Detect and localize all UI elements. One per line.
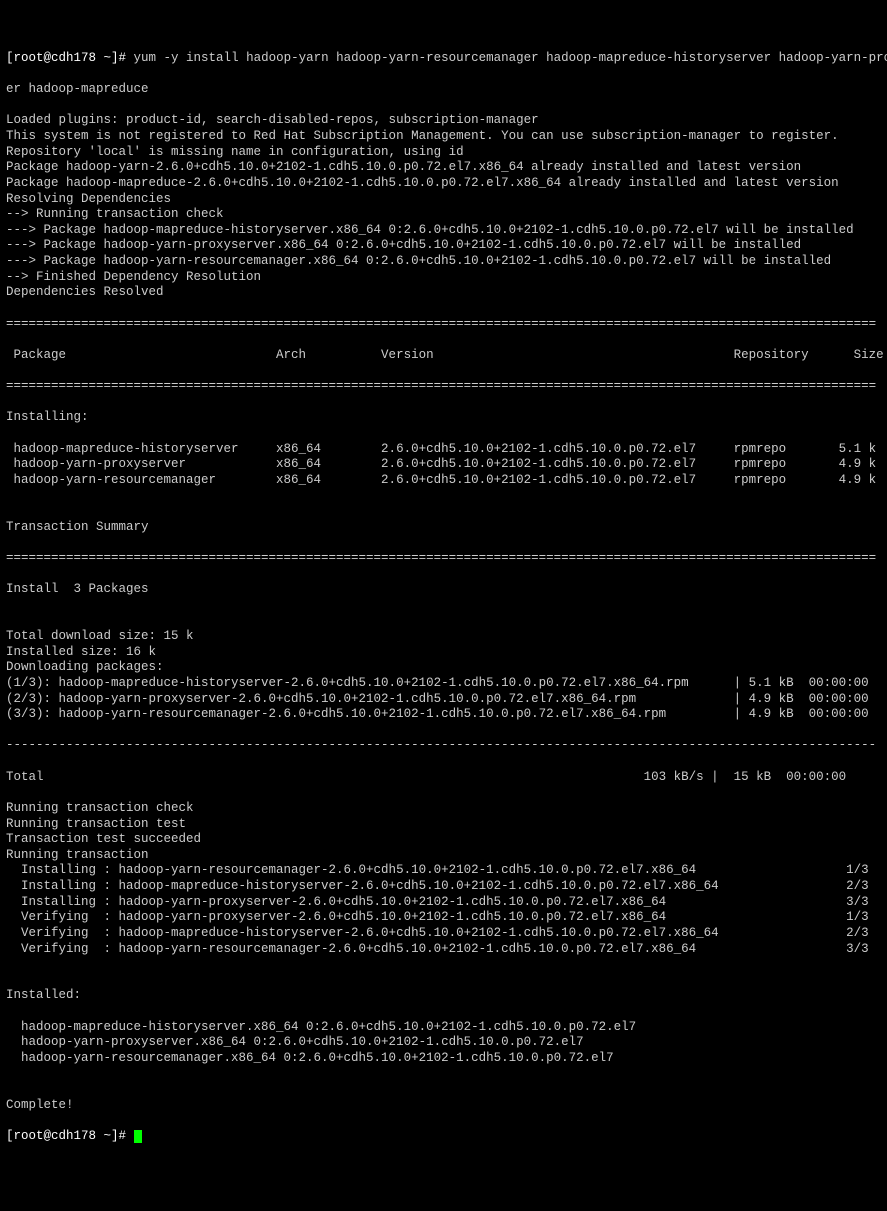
output-line: --> Running transaction check <box>6 207 881 223</box>
installed-label: Installed: <box>6 988 881 1004</box>
output-line: Repository 'local' is missing name in co… <box>6 145 881 161</box>
output-line: Verifying : hadoop-mapreduce-historyserv… <box>6 926 881 942</box>
output-line: This system is not registered to Red Hat… <box>6 129 881 145</box>
command-wrap: er hadoop-mapreduce <box>6 82 881 98</box>
installed-rows: hadoop-mapreduce-historyserver.x86_64 0:… <box>6 1020 881 1067</box>
output-line: hadoop-yarn-proxyserver.x86_64 0:2.6.0+c… <box>6 1035 881 1051</box>
output-line: Running transaction <box>6 848 881 864</box>
output-line: Package hadoop-mapreduce-2.6.0+cdh5.10.0… <box>6 176 881 192</box>
output-line: ---> Package hadoop-mapreduce-historyser… <box>6 223 881 239</box>
output-line: Dependencies Resolved <box>6 285 881 301</box>
divider-eq-top: ========================================… <box>6 317 881 333</box>
command-text: yum -y install hadoop-yarn hadoop-yarn-r… <box>134 51 887 65</box>
output-line: Running transaction check <box>6 801 881 817</box>
output-line: ---> Package hadoop-yarn-resourcemanager… <box>6 254 881 270</box>
total-line: Total 103 kB/s | 15 kB 00:00:00 <box>6 770 881 786</box>
output-pre: Loaded plugins: product-id, search-disab… <box>6 113 881 301</box>
transaction-lines: Running transaction checkRunning transac… <box>6 801 881 957</box>
output-line: hadoop-mapreduce-historyserver x86_64 2.… <box>6 442 881 458</box>
installing-label: Installing: <box>6 410 881 426</box>
complete-label: Complete! <box>6 1098 881 1114</box>
install-count: Install 3 Packages <box>6 582 881 598</box>
package-rows: hadoop-mapreduce-historyserver x86_64 2.… <box>6 442 881 489</box>
output-line: Downloading packages: <box>6 660 881 676</box>
table-header: Package Arch Version Repository Size <box>6 348 881 364</box>
output-line: Resolving Dependencies <box>6 192 881 208</box>
output-line: hadoop-yarn-proxyserver x86_64 2.6.0+cdh… <box>6 457 881 473</box>
divider-eq-summary: ========================================… <box>6 551 881 567</box>
output-line: Package hadoop-yarn-2.6.0+cdh5.10.0+2102… <box>6 160 881 176</box>
output-line: Installing : hadoop-yarn-proxyserver-2.6… <box>6 895 881 911</box>
output-line: Verifying : hadoop-yarn-proxyserver-2.6.… <box>6 910 881 926</box>
output-line: hadoop-yarn-resourcemanager x86_64 2.6.0… <box>6 473 881 489</box>
divider-eq-bottom: ========================================… <box>6 379 881 395</box>
command-line[interactable]: [root@cdh178 ~]# yum -y install hadoop-y… <box>6 51 881 67</box>
output-line: Loaded plugins: product-id, search-disab… <box>6 113 881 129</box>
output-line: Total download size: 15 k <box>6 629 881 645</box>
download-lines: Total download size: 15 kInstalled size:… <box>6 629 881 723</box>
tx-summary-label: Transaction Summary <box>6 520 881 536</box>
output-line: (2/3): hadoop-yarn-proxyserver-2.6.0+cdh… <box>6 692 881 708</box>
output-line: Running transaction test <box>6 817 881 833</box>
output-line: Verifying : hadoop-yarn-resourcemanager-… <box>6 942 881 958</box>
divider-dash: ----------------------------------------… <box>6 738 881 754</box>
output-line: (1/3): hadoop-mapreduce-historyserver-2.… <box>6 676 881 692</box>
output-line: --> Finished Dependency Resolution <box>6 270 881 286</box>
prompt-user-2: [root@cdh178 ~]# <box>6 1129 126 1143</box>
prompt-user: [root@cdh178 ~]# <box>6 51 126 65</box>
prompt-line-2[interactable]: [root@cdh178 ~]# <box>6 1129 881 1145</box>
output-line: hadoop-mapreduce-historyserver.x86_64 0:… <box>6 1020 881 1036</box>
output-line: Installing : hadoop-yarn-resourcemanager… <box>6 863 881 879</box>
cursor-icon <box>134 1130 142 1143</box>
output-line: ---> Package hadoop-yarn-proxyserver.x86… <box>6 238 881 254</box>
output-line: Installed size: 16 k <box>6 645 881 661</box>
output-line: Transaction test succeeded <box>6 832 881 848</box>
output-line: hadoop-yarn-resourcemanager.x86_64 0:2.6… <box>6 1051 881 1067</box>
output-line: Installing : hadoop-mapreduce-historyser… <box>6 879 881 895</box>
output-line: (3/3): hadoop-yarn-resourcemanager-2.6.0… <box>6 707 881 723</box>
